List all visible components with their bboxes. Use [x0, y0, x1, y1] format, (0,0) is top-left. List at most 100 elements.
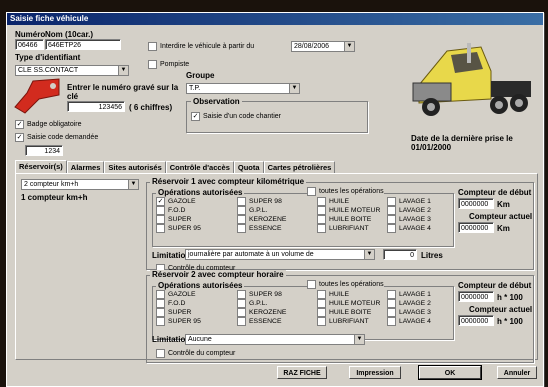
operation-checkbox[interactable]: ESSENCE — [237, 317, 281, 326]
chevron-down-icon[interactable]: ▼ — [344, 42, 354, 51]
r1-limitation-select[interactable]: journalière par automate à un volume de … — [185, 249, 375, 260]
reservoir2-toutes-box[interactable] — [307, 280, 316, 289]
operation-check-box[interactable] — [237, 299, 246, 308]
groupe-select[interactable]: T.P. ▼ — [186, 83, 300, 94]
operation-checkbox[interactable]: HUILE MOTEUR — [317, 206, 380, 215]
chevron-down-icon[interactable]: ▼ — [289, 84, 299, 93]
saisie-code-check-box[interactable]: ✓ — [15, 133, 24, 142]
operation-checkbox[interactable]: G.P.L. — [237, 206, 267, 215]
operation-check-box[interactable] — [156, 308, 165, 317]
operation-checkbox[interactable]: SUPER 95 — [156, 317, 201, 326]
operation-checkbox[interactable]: SUPER — [156, 308, 191, 317]
operation-check-box[interactable] — [237, 206, 246, 215]
interdire-check-box[interactable] — [148, 42, 157, 51]
operation-check-box[interactable] — [387, 224, 396, 233]
operation-check-box[interactable] — [156, 215, 165, 224]
raz-fiche-button[interactable]: RAZ FICHE — [277, 366, 327, 379]
operation-check-box[interactable] — [156, 317, 165, 326]
r1-compteur-debut-field[interactable]: 0000000 — [458, 198, 494, 209]
badge-checkbox[interactable]: ✓ Badge obligatoire — [15, 120, 82, 129]
operation-check-box[interactable] — [156, 206, 165, 215]
operation-check-box[interactable] — [317, 206, 326, 215]
annuler-button[interactable]: Annuler — [497, 366, 537, 379]
operation-checkbox[interactable]: KEROZENE — [237, 308, 286, 317]
operation-checkbox[interactable]: F.O.D — [156, 206, 185, 215]
reservoir2-toutes-checkbox[interactable]: toutes les opérations — [307, 280, 384, 289]
pompiste-check-box[interactable] — [148, 60, 157, 69]
operation-check-box[interactable] — [317, 317, 326, 326]
operation-checkbox[interactable]: HUILE — [317, 290, 349, 299]
tab-reservoirs[interactable]: Réservoir(s) — [15, 160, 67, 173]
interdire-checkbox[interactable]: Interdire le véhicule à partir du — [148, 42, 254, 51]
operation-check-box[interactable] — [317, 215, 326, 224]
operation-check-box[interactable] — [237, 197, 246, 206]
operation-checkbox[interactable]: HUILE MOTEUR — [317, 299, 380, 308]
saisie-code-checkbox[interactable]: ✓ Saisie code demandée — [15, 133, 98, 142]
nom-field[interactable]: 646ETP26 — [45, 39, 121, 50]
operation-check-box[interactable] — [387, 206, 396, 215]
operation-check-box[interactable] — [237, 224, 246, 233]
reservoir1-toutes-box[interactable] — [307, 187, 316, 196]
obs-chantier-checkbox[interactable]: ✓ Saisie d'un code chantier — [191, 112, 281, 121]
r1-compteur-actuel-field[interactable]: 0000000 — [458, 222, 494, 233]
operation-check-box[interactable] — [387, 290, 396, 299]
operation-checkbox[interactable]: LAVAGE 2 — [387, 206, 431, 215]
r2-controle-box[interactable] — [156, 349, 165, 358]
operation-checkbox[interactable]: HUILE BOITE — [317, 308, 371, 317]
operation-check-box[interactable] — [156, 299, 165, 308]
operation-check-box[interactable] — [387, 215, 396, 224]
operation-checkbox[interactable]: LUBRIFIANT — [317, 224, 369, 233]
operation-checkbox[interactable]: LUBRIFIANT — [317, 317, 369, 326]
operation-checkbox[interactable]: ✓ GAZOLE — [156, 197, 196, 206]
obs-chantier-check-box[interactable]: ✓ — [191, 112, 200, 121]
chevron-down-icon[interactable]: ▼ — [128, 180, 138, 189]
ok-button[interactable]: OK — [418, 365, 482, 380]
operation-checkbox[interactable]: LAVAGE 3 — [387, 308, 431, 317]
r1-limitation-qty[interactable]: 0 — [383, 249, 417, 260]
operation-checkbox[interactable]: KEROZENE — [237, 215, 286, 224]
operation-checkbox[interactable]: F.O.D — [156, 299, 185, 308]
operation-check-box[interactable] — [387, 317, 396, 326]
operation-check-box[interactable] — [387, 308, 396, 317]
operation-check-box[interactable] — [237, 290, 246, 299]
operation-checkbox[interactable]: G.P.L. — [237, 299, 267, 308]
chevron-down-icon[interactable]: ▼ — [118, 66, 128, 75]
impression-button[interactable]: Impression — [349, 366, 401, 379]
operation-check-box[interactable] — [317, 224, 326, 233]
operation-checkbox[interactable]: LAVAGE 2 — [387, 299, 431, 308]
chevron-down-icon[interactable]: ▼ — [354, 335, 364, 344]
r2-limitation-select[interactable]: Aucune ▼ — [185, 334, 365, 345]
operation-check-box[interactable] — [237, 317, 246, 326]
operation-check-box[interactable] — [387, 299, 396, 308]
operation-checkbox[interactable]: HUILE — [317, 197, 349, 206]
operation-checkbox[interactable]: LAVAGE 1 — [387, 197, 431, 206]
code-field[interactable]: 123456 — [67, 101, 125, 112]
reservoir1-toutes-checkbox[interactable]: toutes les opérations — [307, 187, 384, 196]
operation-check-box[interactable] — [317, 308, 326, 317]
operation-checkbox[interactable]: LAVAGE 1 — [387, 290, 431, 299]
operation-checkbox[interactable]: GAZOLE — [156, 290, 196, 299]
operation-check-box[interactable] — [156, 224, 165, 233]
operation-checkbox[interactable]: LAVAGE 4 — [387, 317, 431, 326]
r2-compteur-actuel-field[interactable]: 0000000 — [458, 315, 494, 326]
numero-field[interactable]: 06466 — [15, 39, 44, 50]
operation-checkbox[interactable]: SUPER 95 — [156, 224, 201, 233]
operation-check-box[interactable] — [156, 290, 165, 299]
interdire-date-picker[interactable]: 28/08/2006 ▼ — [291, 41, 355, 52]
badge-check-box[interactable]: ✓ — [15, 120, 24, 129]
saisie-code-field[interactable]: 1234 — [25, 145, 63, 156]
r2-controle-checkbox[interactable]: Contrôle du compteur — [156, 349, 235, 358]
operation-check-box[interactable] — [317, 290, 326, 299]
operation-checkbox[interactable]: HUILE BOITE — [317, 215, 371, 224]
r2-compteur-debut-field[interactable]: 0000000 — [458, 291, 494, 302]
pompiste-checkbox[interactable]: Pompiste — [148, 60, 189, 69]
operation-checkbox[interactable]: SUPER 98 — [237, 197, 282, 206]
compteur-select[interactable]: 2 compteur km+h ▼ — [21, 179, 139, 190]
operation-checkbox[interactable]: SUPER — [156, 215, 191, 224]
operation-check-box[interactable] — [317, 197, 326, 206]
operation-check-box[interactable] — [237, 308, 246, 317]
operation-checkbox[interactable]: LAVAGE 4 — [387, 224, 431, 233]
operation-checkbox[interactable]: LAVAGE 3 — [387, 215, 431, 224]
operation-check-box[interactable]: ✓ — [156, 197, 165, 206]
operation-check-box[interactable] — [387, 197, 396, 206]
